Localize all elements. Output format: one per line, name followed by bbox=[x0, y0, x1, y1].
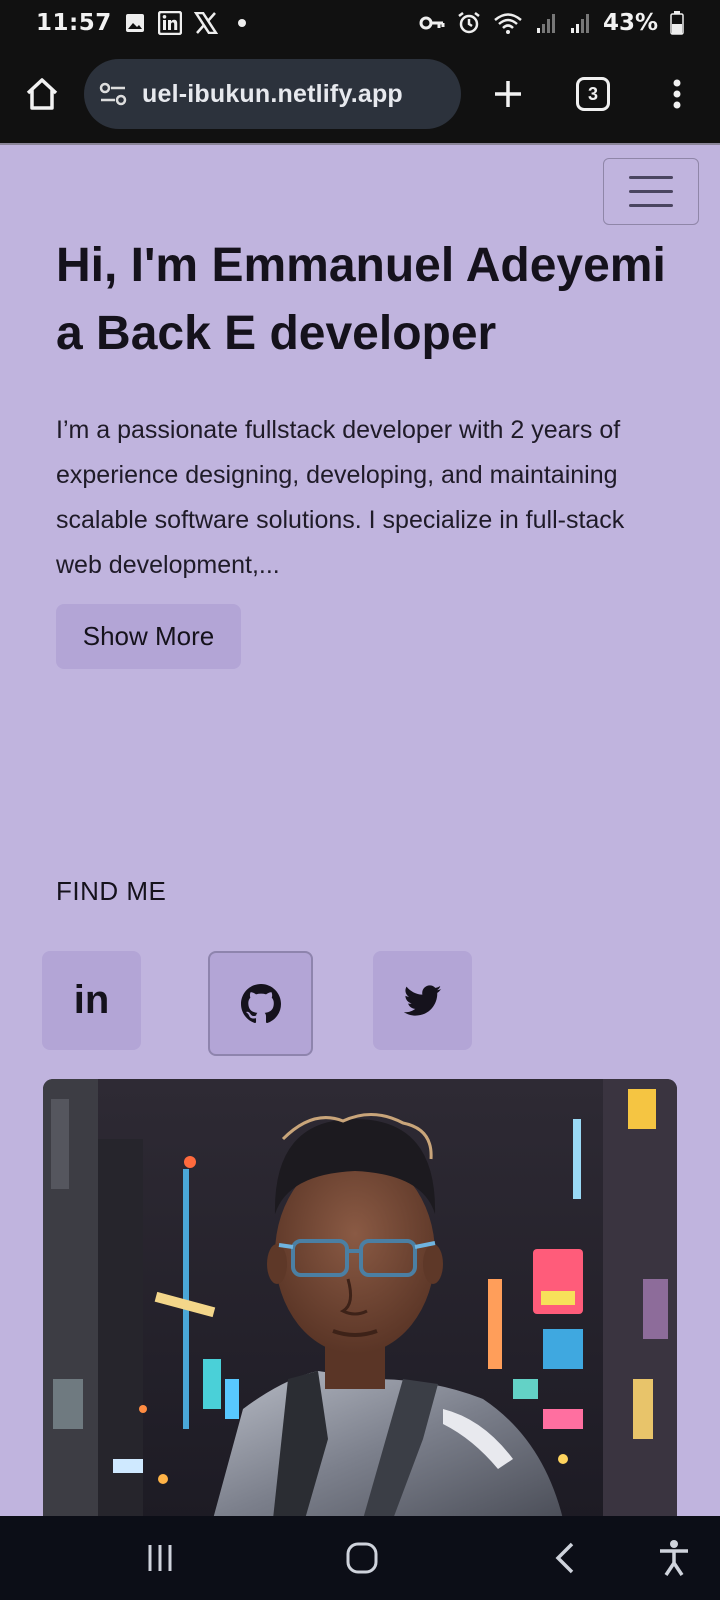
more-vert-icon bbox=[673, 79, 681, 109]
battery-percentage: 43% bbox=[602, 10, 658, 36]
dot-icon bbox=[237, 19, 246, 27]
status-time: 11:57 bbox=[36, 10, 112, 36]
hamburger-menu-button[interactable] bbox=[603, 158, 699, 225]
home-button[interactable] bbox=[22, 74, 62, 114]
back-icon bbox=[555, 1542, 574, 1574]
find-me-heading: FIND ME bbox=[56, 876, 167, 906]
recents-icon bbox=[148, 1545, 172, 1571]
recents-button[interactable] bbox=[140, 1536, 180, 1580]
home-nav-button[interactable] bbox=[340, 1536, 384, 1580]
toolbar-divider bbox=[0, 143, 720, 145]
linkedin-icon: in bbox=[73, 978, 110, 1022]
browser-toolbar: uel-ibukun.netlify.app 3 bbox=[0, 46, 720, 144]
status-right: 43% bbox=[419, 10, 684, 36]
linkedin-notification-icon bbox=[157, 11, 182, 35]
back-button[interactable] bbox=[544, 1536, 584, 1580]
address-bar[interactable]: uel-ibukun.netlify.app bbox=[84, 59, 461, 129]
plus-icon bbox=[495, 81, 521, 107]
new-tab-button[interactable] bbox=[488, 74, 528, 114]
signal-icon bbox=[569, 12, 591, 34]
system-navigation-bar bbox=[0, 1516, 720, 1600]
github-icon bbox=[240, 983, 281, 1023]
tab-switcher-button[interactable]: 3 bbox=[576, 77, 610, 111]
home-icon bbox=[26, 78, 58, 110]
site-settings-icon[interactable] bbox=[98, 79, 128, 109]
github-link[interactable] bbox=[208, 951, 313, 1056]
x-notification-icon bbox=[193, 12, 218, 34]
status-bar: 11:57 43% bbox=[0, 0, 720, 46]
battery-icon bbox=[670, 11, 684, 35]
alarm-icon bbox=[457, 11, 481, 35]
show-more-button[interactable]: Show More bbox=[56, 604, 241, 669]
hero-title: Hi, I'm Emmanuel Adeyemi a Back E develo… bbox=[56, 239, 666, 360]
accessibility-icon bbox=[660, 1540, 688, 1576]
linkedin-link[interactable]: in bbox=[42, 951, 141, 1050]
profile-photo bbox=[43, 1079, 677, 1519]
more-menu-button[interactable] bbox=[662, 74, 692, 114]
status-left: 11:57 bbox=[36, 10, 246, 36]
hamburger-line bbox=[629, 176, 673, 179]
home-circle-icon bbox=[346, 1542, 378, 1574]
twitter-link[interactable] bbox=[373, 951, 472, 1050]
wifi-icon bbox=[493, 12, 523, 34]
hero-description: I’m a passionate fullstack developer wit… bbox=[56, 416, 625, 579]
vpn-key-icon bbox=[419, 14, 445, 32]
gallery-icon bbox=[124, 12, 146, 34]
hamburger-line bbox=[629, 204, 673, 207]
accessibility-button[interactable] bbox=[652, 1536, 696, 1580]
hamburger-line bbox=[629, 190, 673, 193]
twitter-icon bbox=[403, 984, 441, 1016]
signal-icon bbox=[535, 12, 557, 34]
url-text[interactable]: uel-ibukun.netlify.app bbox=[142, 80, 403, 109]
